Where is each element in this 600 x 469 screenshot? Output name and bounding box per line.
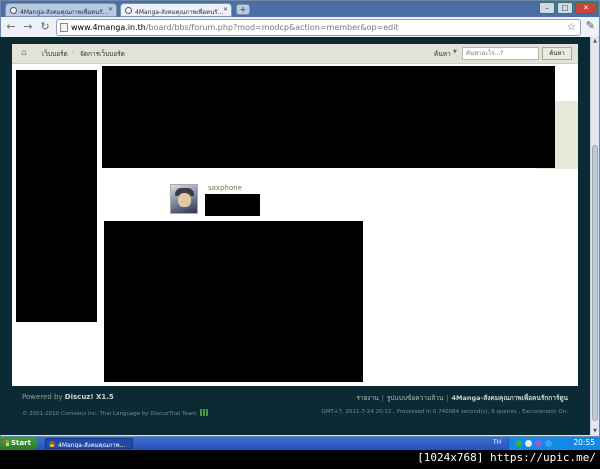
browser-toolbar: ← → ↻ www.4manga.in.th/board/bbs/forum.p… <box>1 17 599 38</box>
windows-flag-icon <box>3 440 9 446</box>
stats-icon[interactable] <box>200 409 209 416</box>
tray-update-icon[interactable] <box>545 440 552 447</box>
tab-strip: 4Manga-สังคมคุณภาพเพื่อคนรั... ✕ 4Manga-… <box>1 1 599 17</box>
copyright-text: © 2001-2010 Comsenz Inc. Thai Language b… <box>22 411 199 417</box>
browser-tab-active[interactable]: 4Manga-สังคมคุณภาพเพื่อคนรั... ✕ <box>120 3 232 17</box>
back-arrow-icon[interactable]: ← <box>4 20 18 34</box>
breadcrumb-home[interactable]: เว็บบอร์ด <box>42 49 68 59</box>
page-icon <box>60 23 68 32</box>
avatar <box>170 184 198 214</box>
redacted-form <box>104 221 363 382</box>
maximize-icon[interactable]: □ <box>557 2 573 14</box>
redacted-member-info <box>205 194 260 216</box>
page-footer: Powered by Discuz! X1.5 © 2001-2010 Coms… <box>12 387 578 432</box>
footer-separator: | <box>381 394 384 402</box>
new-tab-button[interactable]: + <box>236 4 250 15</box>
url-path: /board/bbs/forum.php?mod=modcp&action=me… <box>145 23 399 32</box>
powered-by: Powered by Discuz! X1.5 <box>22 393 114 401</box>
clock-time: 20:55 <box>573 438 595 447</box>
screenshot-caption: [1024x768] https://upic.me/ <box>0 450 600 469</box>
tab-title: 4Manga-สังคมคุณภาพเพื่อคนรั... <box>135 9 224 16</box>
search-button[interactable]: ค้นหา <box>542 47 572 60</box>
content-area: ⌂ เว็บบอร์ด › จัดการเว็บบอร์ด ค้นหา ▼ ค้… <box>12 44 578 386</box>
footer-link-plaintext[interactable]: รูปแบบข้อความล้วน <box>387 394 443 402</box>
footer-link-brand[interactable]: 4Manga-สังคมคุณภาพเพื่อคนรักการ์ตูน <box>452 394 568 402</box>
search-type-label[interactable]: ค้นหา <box>434 49 451 59</box>
powered-brand[interactable]: Discuz! X1.5 <box>65 393 114 401</box>
system-tray: TH 20:55 <box>493 437 600 450</box>
taskbar-item-browser[interactable]: 4Manga-สังคมคุณภาพ... <box>45 438 133 449</box>
footer-links: รายงาน | รูปแบบข้อความล้วน | 4Manga-สังคมคุณ… <box>356 393 568 403</box>
tab-title: 4Manga-สังคมคุณภาพเพื่อคนรั... <box>20 9 109 16</box>
footer-stats: GMT+7, 2011-7-24 20:32 , Processed in 0.… <box>321 409 568 415</box>
caption-text: [1024x768] https://upic.me/ <box>417 451 596 464</box>
language-indicator[interactable]: TH <box>493 439 501 446</box>
reload-icon[interactable]: ↻ <box>38 20 52 34</box>
redacted-sidebar <box>16 70 97 322</box>
tray-volume-icon[interactable] <box>525 440 532 447</box>
tab-close-icon[interactable]: ✕ <box>108 6 113 13</box>
address-bar[interactable]: www.4manga.in.th/board/bbs/forum.php?mod… <box>56 19 581 36</box>
scroll-thumb[interactable] <box>592 145 598 421</box>
page-viewport: ⌂ เว็บบอร์ด › จัดการเว็บบอร์ด ค้นหา ▼ ค้… <box>0 37 590 435</box>
avatar-face <box>178 193 191 207</box>
tab-favicon-icon <box>125 7 132 14</box>
taskbar-item-label: 4Manga-สังคมคุณภาพ... <box>58 442 126 449</box>
clock[interactable]: 20:55 <box>573 438 595 447</box>
chrome-icon <box>49 441 55 447</box>
minimize-icon[interactable]: – <box>539 2 555 14</box>
redacted-header <box>102 66 555 168</box>
breadcrumb-separator: › <box>72 49 75 56</box>
scroll-up-icon[interactable]: ▲ <box>591 37 599 45</box>
start-label: Start <box>11 439 31 447</box>
forum-navbar: ⌂ เว็บบอร์ด › จัดการเว็บบอร์ด ค้นหา ▼ ค้… <box>12 44 578 64</box>
window-controls: – □ ✕ <box>539 2 597 14</box>
search-input[interactable] <box>462 47 539 60</box>
home-icon[interactable]: ⌂ <box>21 49 30 58</box>
scroll-down-icon[interactable]: ▼ <box>591 427 599 435</box>
footer-separator: | <box>446 394 449 402</box>
copyright: © 2001-2010 Comsenz Inc. Thai Language b… <box>22 409 209 417</box>
tray-app-icon[interactable] <box>535 440 542 447</box>
windows-taskbar: Start 4Manga-สังคมคุณภาพ... TH 20:55 <box>0 437 600 450</box>
breadcrumb-current[interactable]: จัดการเว็บบอร์ด <box>80 49 125 59</box>
chevron-down-icon[interactable]: ▼ <box>453 49 457 55</box>
footer-link-report[interactable]: รายงาน <box>356 394 378 402</box>
start-button[interactable]: Start <box>0 437 38 450</box>
member-username[interactable]: saxphone <box>208 184 242 192</box>
vertical-scrollbar[interactable]: ▲ ▼ <box>590 37 598 435</box>
tab-close-icon[interactable]: ✕ <box>223 6 228 13</box>
wrench-menu-icon[interactable]: ✎ <box>586 19 595 32</box>
tab-favicon-icon <box>10 7 17 14</box>
bookmark-star-icon[interactable]: ☆ <box>567 20 576 35</box>
close-window-icon[interactable]: ✕ <box>575 2 597 14</box>
powered-prefix: Powered by <box>22 393 65 401</box>
browser-tab[interactable]: 4Manga-สังคมคุณภาพเพื่อคนรั... ✕ <box>5 3 117 17</box>
url-host: www.4manga.in.th <box>71 23 146 32</box>
tray-network-icon[interactable] <box>515 440 522 447</box>
forward-arrow-icon[interactable]: → <box>21 20 35 34</box>
